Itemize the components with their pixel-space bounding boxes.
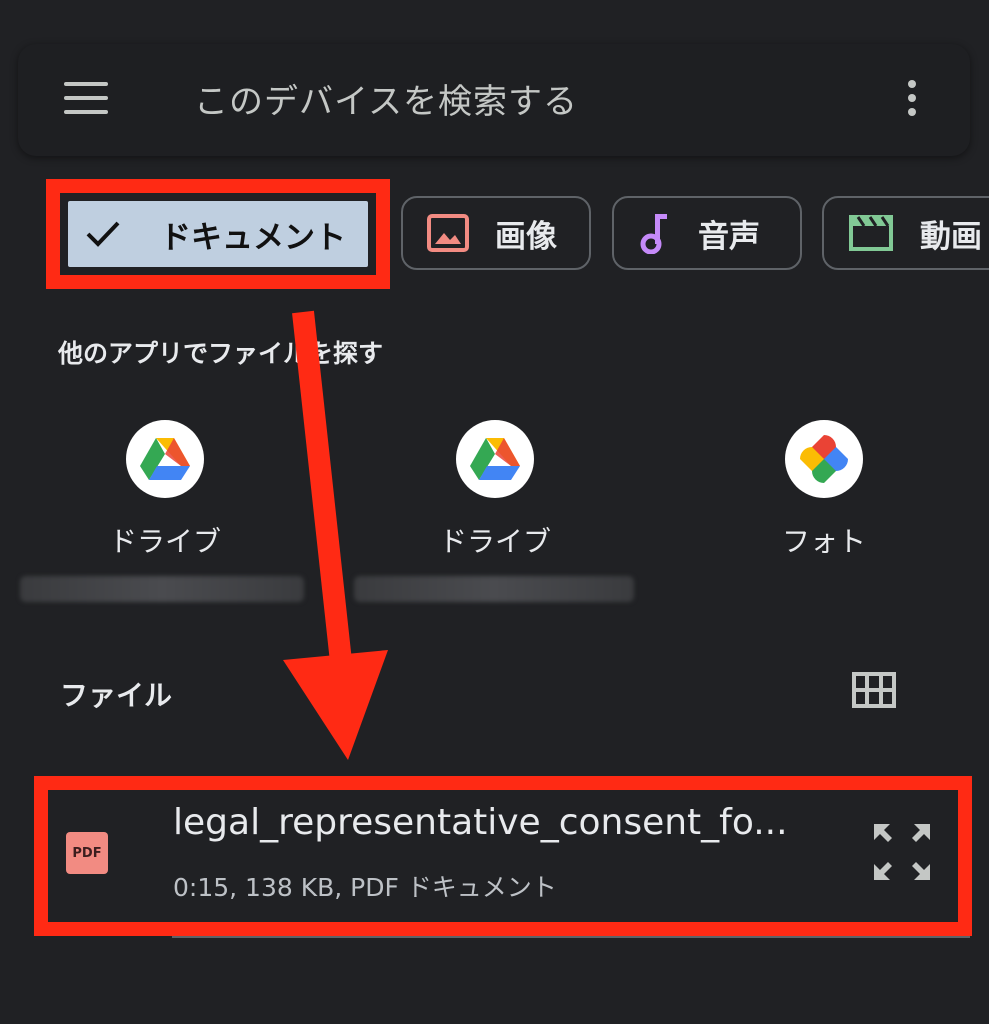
highlight-box-file xyxy=(34,776,972,936)
more-options-icon[interactable] xyxy=(908,80,918,120)
chip-audio[interactable]: 音声 xyxy=(612,196,802,270)
blurred-account-email xyxy=(20,576,304,602)
menu-icon[interactable] xyxy=(64,82,108,116)
chip-audio-label: 音声 xyxy=(698,218,760,255)
search-bar[interactable]: このデバイスを検索する xyxy=(18,44,970,156)
app-drive-1[interactable]: ドライブ xyxy=(65,420,265,560)
google-photos-icon xyxy=(785,420,863,498)
app-label: ドライブ xyxy=(438,525,551,558)
google-drive-icon xyxy=(126,420,204,498)
blurred-account-email xyxy=(354,576,634,602)
chip-images-label: 画像 xyxy=(495,218,557,255)
other-apps-heading: 他のアプリでファイルを探す xyxy=(58,339,384,368)
highlight-box-documents xyxy=(46,179,390,289)
google-drive-icon xyxy=(456,420,534,498)
file-picker-screen: このデバイスを検索する ドキュメント 画像 音声 動画 他のアプリでファイルを探… xyxy=(0,0,989,1024)
app-photos[interactable]: フォト xyxy=(724,420,924,560)
app-label: ドライブ xyxy=(108,525,221,558)
image-icon xyxy=(427,214,469,252)
app-label: フォト xyxy=(781,525,866,558)
chip-video-label: 動画 xyxy=(920,218,982,255)
divider xyxy=(172,936,970,938)
grid-view-icon[interactable] xyxy=(852,672,896,708)
video-clapper-icon xyxy=(849,215,893,251)
music-note-icon xyxy=(640,214,667,254)
files-heading: ファイル xyxy=(60,679,173,712)
chip-video[interactable]: 動画 xyxy=(822,196,989,270)
app-drive-2[interactable]: ドライブ xyxy=(395,420,595,560)
search-input[interactable]: このデバイスを検索する xyxy=(194,74,578,123)
chip-images[interactable]: 画像 xyxy=(401,196,591,270)
